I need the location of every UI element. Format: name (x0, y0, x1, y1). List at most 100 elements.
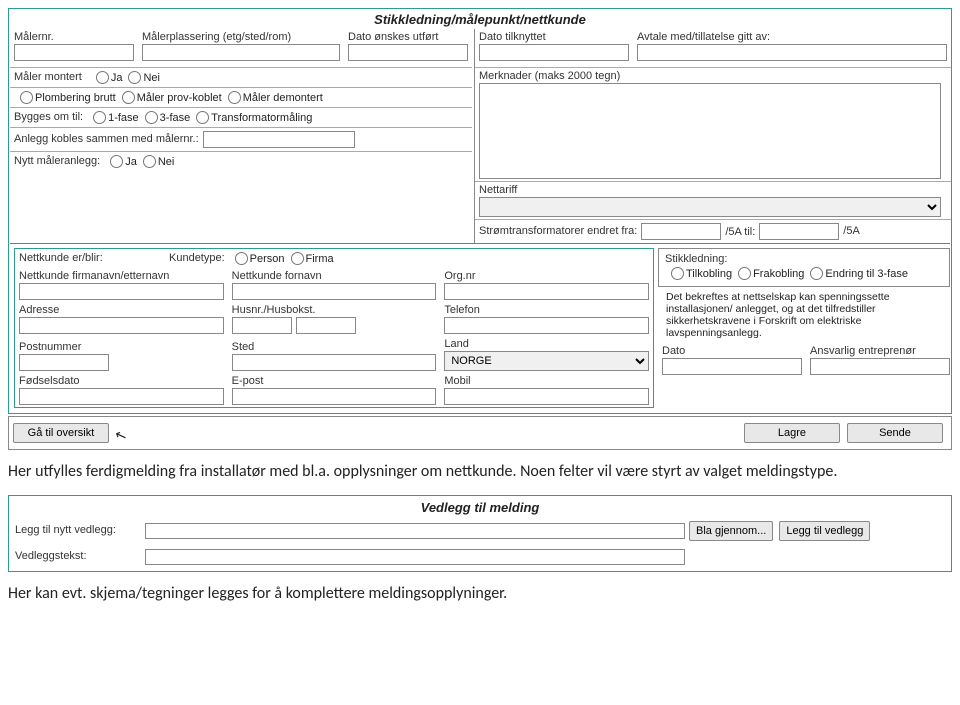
input-telefon[interactable] (444, 317, 649, 334)
input-fodselsdato[interactable] (19, 388, 224, 405)
input-ansvarlig[interactable] (810, 358, 950, 375)
input-firmanavn[interactable] (19, 283, 224, 300)
label-dato-onsket: Dato ønskes utført (348, 31, 468, 43)
label-telefon: Telefon (444, 304, 649, 316)
cursor-icon: ↖ (112, 426, 129, 446)
input-husbokst[interactable] (296, 317, 356, 334)
label-epost: E-post (232, 375, 437, 387)
vedlegg-title: Vedlegg til melding (11, 498, 949, 517)
input-postnummer[interactable] (19, 354, 109, 371)
label-vedleggstekst: Vedleggstekst: (15, 550, 145, 562)
radio-tilkobling[interactable] (671, 267, 684, 280)
label-nm-nei: Nei (158, 156, 175, 168)
input-husnr[interactable] (232, 317, 292, 334)
label-dato-tilknyttet: Dato tilknyttet (479, 31, 629, 43)
label-plombering: Plombering brutt (35, 92, 116, 104)
nettkunde-erblir-row: Nettkunde er/blir: Kundetype: Person Fir… (15, 249, 653, 268)
label-malernr: Målernr. (14, 31, 134, 43)
label-endring3: Endring til 3-fase (825, 268, 908, 280)
label-stikkledning: Stikkledning: (665, 253, 727, 265)
input-sted[interactable] (232, 354, 437, 371)
label-bygges: Bygges om til: (14, 111, 83, 123)
radio-endring3[interactable] (810, 267, 823, 280)
input-avtale[interactable] (637, 44, 947, 61)
input-file-path[interactable] (145, 523, 685, 539)
radio-frakobling[interactable] (738, 267, 751, 280)
label-adresse: Adresse (19, 304, 224, 316)
radio-trafo[interactable] (196, 111, 209, 124)
paragraph-2: Her kan evt. skjema/tegninger legges for… (8, 584, 952, 605)
label-3fase: 3-fase (160, 112, 191, 124)
radio-demontert[interactable] (228, 91, 241, 104)
left-column: Målernr. Målerplassering (etg/sted/rom) … (10, 29, 472, 243)
label-person: Person (250, 253, 285, 265)
label-anlegg-kobles: Anlegg kobles sammen med målernr.: (14, 133, 199, 145)
radio-3fase[interactable] (145, 111, 158, 124)
nettkunde-box: Nettkunde er/blir: Kundetype: Person Fir… (14, 248, 654, 408)
btn-sende[interactable]: Sende (847, 423, 943, 443)
label-malerplass: Målerplassering (etg/sted/rom) (142, 31, 340, 43)
stikkledning-box: Stikkledning: Tilkobling Frakobling Endr… (658, 248, 950, 287)
input-orgnr[interactable] (444, 283, 649, 300)
input-stromtrans-fra[interactable] (641, 223, 721, 240)
input-anlegg-kobles[interactable] (203, 131, 355, 148)
label-sted: Sted (232, 341, 437, 353)
label-trafo: Transformatormåling (211, 112, 312, 124)
label-nei: Nei (143, 72, 160, 84)
bygges-group: Bygges om til: 1-fase 3-fase Transformat… (10, 107, 472, 127)
label-nytt-maler: Nytt måleranlegg: (14, 155, 100, 167)
input-dato2[interactable] (662, 358, 802, 375)
label-orgnr: Org.nr (444, 270, 649, 282)
label-5a: /5A (843, 225, 860, 237)
radio-nm-ja[interactable] (110, 155, 123, 168)
input-malerplass[interactable] (142, 44, 340, 61)
label-5a-til: /5A til: (725, 226, 755, 238)
input-stromtrans-til[interactable] (759, 223, 839, 240)
stikkledning-right: Stikkledning: Tilkobling Frakobling Endr… (658, 244, 950, 412)
radio-nm-nei[interactable] (143, 155, 156, 168)
input-dato-tilknyttet[interactable] (479, 44, 629, 61)
radio-person[interactable] (235, 252, 248, 265)
label-1fase: 1-fase (108, 112, 139, 124)
label-firma: Firma (306, 253, 334, 265)
input-malernr[interactable] (14, 44, 134, 61)
paragraph-1: Her utfylles ferdigmelding fra installat… (8, 462, 952, 483)
label-maler-montert: Måler montert (14, 71, 82, 83)
label-fornavn: Nettkunde fornavn (232, 270, 437, 282)
radio-plombering[interactable] (20, 91, 33, 104)
label-ja: Ja (111, 72, 123, 84)
label-nettariff: Nettariff (479, 184, 947, 196)
right-column: Dato tilknyttet Avtale med/tillatelse gi… (474, 29, 951, 243)
radio-firma[interactable] (291, 252, 304, 265)
label-leggtil: Legg til nytt vedlegg: (15, 524, 145, 536)
anlegg-kobles-row: Anlegg kobles sammen med målernr.: (10, 127, 472, 151)
input-adresse[interactable] (19, 317, 224, 334)
label-kundetype: Kundetype: (169, 252, 225, 264)
btn-legg-til-vedlegg[interactable]: Legg til vedlegg (779, 521, 870, 541)
action-bar: Gå til oversikt ↖ Lagre Sende (9, 417, 951, 449)
radio-provkoblet[interactable] (122, 91, 135, 104)
btn-bla-gjennom[interactable]: Bla gjennom... (689, 521, 773, 541)
label-provkoblet: Måler prov-koblet (137, 92, 222, 104)
label-mobil: Mobil (444, 375, 649, 387)
radio-1fase[interactable] (93, 111, 106, 124)
label-dato2: Dato (662, 345, 802, 357)
label-nettkunde-erblir: Nettkunde er/blir: (19, 252, 169, 264)
radio-mm-nei[interactable] (128, 71, 141, 84)
select-nettariff[interactable] (479, 197, 941, 217)
input-epost[interactable] (232, 388, 437, 405)
label-avtale: Avtale med/tillatelse gitt av: (637, 31, 947, 43)
label-ansvarlig: Ansvarlig entreprenør (810, 345, 950, 357)
btn-lagre[interactable]: Lagre (744, 423, 840, 443)
label-frakobling: Frakobling (753, 268, 804, 280)
input-fornavn[interactable] (232, 283, 437, 300)
select-land[interactable]: NORGE (444, 351, 649, 371)
input-dato-onsket[interactable] (348, 44, 468, 61)
textarea-merknader[interactable] (479, 83, 941, 179)
input-vedleggstekst[interactable] (145, 549, 685, 565)
radio-mm-ja[interactable] (96, 71, 109, 84)
label-merknader: Merknader (maks 2000 tegn) (479, 70, 947, 82)
plombering-group: Plombering brutt Måler prov-koblet Måler… (10, 87, 472, 107)
btn-oversikt[interactable]: Gå til oversikt (13, 423, 109, 443)
input-mobil[interactable] (444, 388, 649, 405)
